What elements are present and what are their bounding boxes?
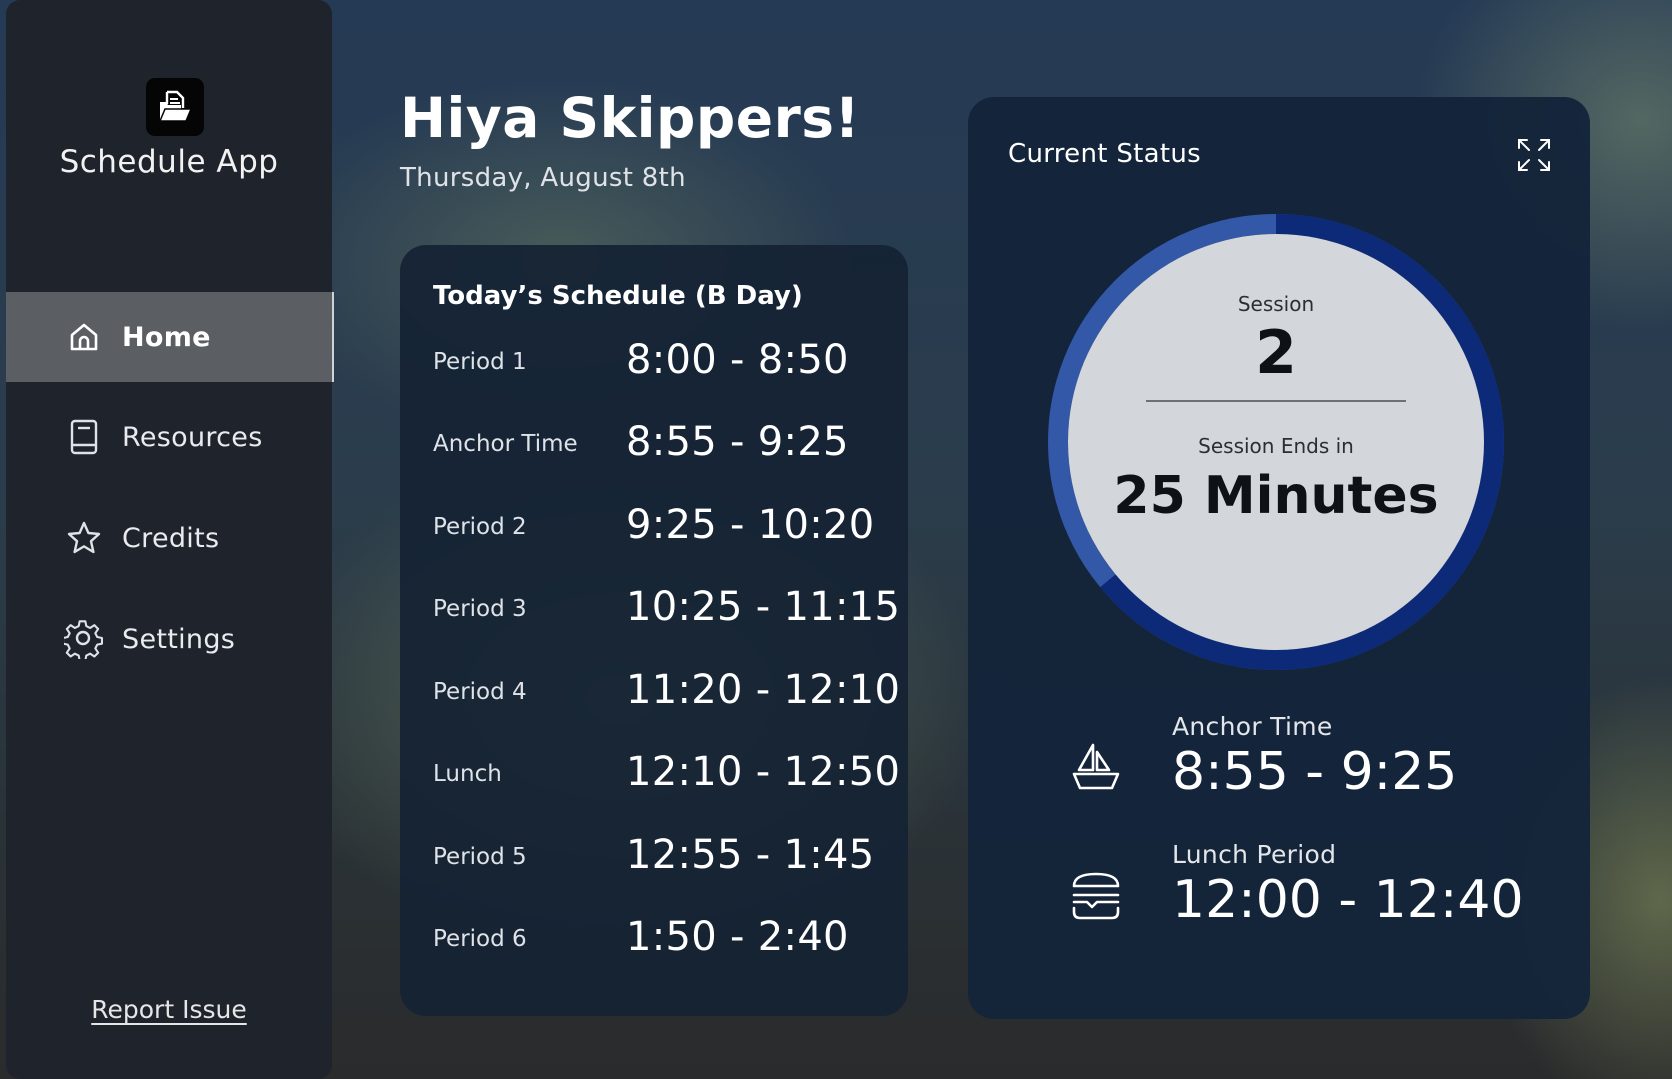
sidebar: Schedule App Home Resources Credits Sett… — [6, 0, 334, 1079]
schedule-row-time: 12:55 - 1:45 — [626, 832, 875, 878]
app-logo — [146, 78, 204, 136]
folder-document-icon — [158, 90, 193, 122]
schedule-row: Anchor Time 8:55 - 9:25 — [433, 415, 893, 475]
sidebar-item-credits[interactable]: Credits — [6, 493, 332, 583]
session-ends-value: 25 Minutes — [1113, 466, 1439, 526]
anchor-time-label: Anchor Time — [1172, 712, 1333, 741]
schedule-card: Today’s Schedule (B Day) Period 1 8:00 -… — [400, 245, 908, 1016]
sidebar-item-label: Settings — [122, 623, 236, 655]
lunch-period-value: 12:00 - 12:40 — [1172, 870, 1524, 930]
schedule-row-label: Period 2 — [433, 514, 527, 540]
app-name: Schedule App — [59, 144, 279, 180]
anchor-time-info: Anchor Time 8:55 - 9:25 — [1068, 712, 1568, 812]
schedule-row: Period 1 8:00 - 8:50 — [433, 333, 893, 393]
expand-button[interactable] — [1516, 137, 1552, 173]
schedule-row-time: 12:10 - 12:50 — [626, 749, 901, 795]
star-icon — [64, 518, 104, 558]
current-date: Thursday, August 8th — [400, 163, 686, 193]
report-issue-link[interactable]: Report Issue — [6, 995, 332, 1024]
book-icon — [64, 417, 104, 457]
page-title: Hiya Skippers! — [400, 86, 861, 150]
session-divider — [1146, 400, 1406, 402]
schedule-row: Period 6 1:50 - 2:40 — [433, 910, 893, 970]
sidebar-item-label: Home — [122, 321, 211, 353]
schedule-row-label: Period 3 — [433, 596, 527, 622]
lunch-period-info: Lunch Period 12:00 - 12:40 — [1068, 840, 1568, 940]
schedule-row-label: Lunch — [433, 761, 502, 787]
gear-icon — [64, 619, 104, 659]
sidebar-item-label: Credits — [122, 522, 220, 554]
schedule-row: Period 3 10:25 - 11:15 — [433, 580, 900, 640]
schedule-row-label: Period 1 — [433, 349, 527, 375]
schedule-row: Lunch 12:10 - 12:50 — [433, 745, 900, 805]
expand-icon — [1518, 139, 1550, 171]
schedule-title: Today’s Schedule (B Day) — [433, 281, 803, 311]
sidebar-item-label: Resources — [122, 421, 263, 453]
session-dial: Session 2 Session Ends in 25 Minutes — [1068, 234, 1484, 650]
schedule-row-time: 8:55 - 9:25 — [626, 419, 849, 465]
sailboat-icon — [1072, 743, 1120, 790]
schedule-row-time: 8:00 - 8:50 — [626, 337, 849, 383]
schedule-row-label: Period 4 — [433, 679, 527, 705]
session-number: 2 — [1255, 318, 1297, 388]
schedule-row-time: 1:50 - 2:40 — [626, 914, 849, 960]
session-ends-label: Session Ends in — [1198, 434, 1354, 458]
schedule-row: Period 2 9:25 - 10:20 — [433, 498, 893, 558]
schedule-row: Period 5 12:55 - 1:45 — [433, 828, 893, 888]
schedule-row-time: 11:20 - 12:10 — [626, 667, 901, 713]
schedule-row-label: Period 5 — [433, 844, 527, 870]
schedule-row-label: Period 6 — [433, 926, 527, 952]
status-title: Current Status — [1008, 139, 1201, 169]
sidebar-item-home[interactable]: Home — [6, 292, 334, 382]
session-label: Session — [1237, 292, 1315, 316]
anchor-time-value: 8:55 - 9:25 — [1172, 742, 1458, 802]
home-icon — [64, 317, 104, 357]
sidebar-item-settings[interactable]: Settings — [6, 594, 332, 684]
sidebar-item-resources[interactable]: Resources — [6, 392, 332, 482]
schedule-row-time: 9:25 - 10:20 — [626, 502, 875, 548]
schedule-row-time: 10:25 - 11:15 — [626, 584, 901, 630]
status-card: Current Status Session 2 Session Ends in… — [968, 97, 1590, 1019]
lunch-period-label: Lunch Period — [1172, 840, 1337, 869]
schedule-row-label: Anchor Time — [433, 431, 578, 457]
schedule-row: Period 4 11:20 - 12:10 — [433, 663, 900, 723]
burger-icon — [1072, 872, 1120, 920]
